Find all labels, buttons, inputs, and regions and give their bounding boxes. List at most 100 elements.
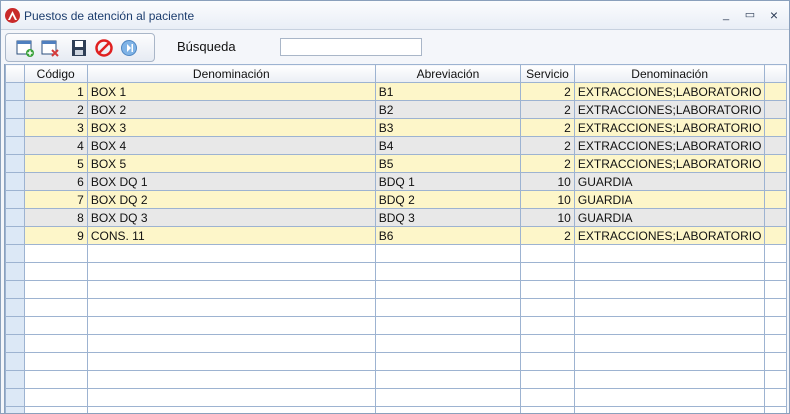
abreviacion-cell[interactable]: B6 xyxy=(374,226,522,245)
abreviacion-cell[interactable]: B1 xyxy=(374,82,522,101)
empty-cell xyxy=(374,316,522,335)
save-button[interactable] xyxy=(69,38,89,58)
servicio-denominacion-cell[interactable]: EXTRACCIONES;LABORATORIO xyxy=(573,136,766,155)
search-input[interactable] xyxy=(280,38,422,56)
denominacion-cell[interactable]: BOX 1 xyxy=(86,82,376,101)
cancel-button[interactable] xyxy=(94,38,114,58)
row-selector[interactable] xyxy=(5,172,25,191)
filler-cell xyxy=(764,190,787,209)
filler-cell xyxy=(764,100,787,119)
empty-cell xyxy=(86,406,376,413)
empty-cell xyxy=(764,388,787,407)
row-selector xyxy=(5,370,25,389)
codigo-cell[interactable]: 2 xyxy=(23,100,88,119)
empty-cell xyxy=(764,298,787,317)
codigo-cell[interactable]: 1 xyxy=(23,82,88,101)
abreviacion-cell[interactable]: B2 xyxy=(374,100,522,119)
empty-cell xyxy=(23,370,88,389)
codigo-cell[interactable]: 5 xyxy=(23,154,88,173)
column-header-servicio[interactable]: Servicio xyxy=(520,64,575,83)
close-button[interactable]: × xyxy=(765,7,783,23)
minimize-button[interactable]: _ xyxy=(717,7,735,23)
denominacion-cell[interactable]: BOX DQ 2 xyxy=(86,190,376,209)
table-row[interactable]: 2 BOX 2 B2 2 EXTRACCIONES;LABORATORIO xyxy=(5,100,787,119)
row-selector[interactable] xyxy=(5,82,25,101)
column-header-servicio-denominacion[interactable]: Denominación xyxy=(573,64,766,83)
denominacion-cell[interactable]: BOX 4 xyxy=(86,136,376,155)
servicio-denominacion-cell[interactable]: GUARDIA xyxy=(573,172,766,191)
abreviacion-cell[interactable]: BDQ 1 xyxy=(374,172,522,191)
servicio-cell[interactable]: 2 xyxy=(520,136,575,155)
codigo-cell[interactable]: 3 xyxy=(23,118,88,137)
empty-cell xyxy=(23,316,88,335)
denominacion-cell[interactable]: BOX DQ 1 xyxy=(86,172,376,191)
denominacion-cell[interactable]: BOX DQ 3 xyxy=(86,208,376,227)
abreviacion-cell[interactable]: BDQ 3 xyxy=(374,208,522,227)
abreviacion-cell[interactable]: B4 xyxy=(374,136,522,155)
empty-cell xyxy=(86,388,376,407)
empty-cell xyxy=(764,316,787,335)
denominacion-cell[interactable]: BOX 5 xyxy=(86,154,376,173)
records-grid: Código Denominación Abreviación Servicio… xyxy=(4,64,787,413)
servicio-cell[interactable]: 2 xyxy=(520,100,575,119)
servicio-cell[interactable]: 2 xyxy=(520,154,575,173)
column-header-denominacion[interactable]: Denominación xyxy=(86,64,376,83)
column-header-codigo[interactable]: Código xyxy=(23,64,88,83)
servicio-cell[interactable]: 10 xyxy=(520,208,575,227)
empty-cell xyxy=(573,370,766,389)
empty-cell xyxy=(573,262,766,281)
row-selector[interactable] xyxy=(5,208,25,227)
row-selector xyxy=(5,244,25,263)
servicio-denominacion-cell[interactable]: EXTRACCIONES;LABORATORIO xyxy=(573,82,766,101)
row-selector[interactable] xyxy=(5,190,25,209)
servicio-denominacion-cell[interactable]: EXTRACCIONES;LABORATORIO xyxy=(573,226,766,245)
codigo-cell[interactable]: 9 xyxy=(23,226,88,245)
empty-cell xyxy=(573,244,766,263)
denominacion-cell[interactable]: BOX 2 xyxy=(86,100,376,119)
servicio-denominacion-cell[interactable]: EXTRACCIONES;LABORATORIO xyxy=(573,118,766,137)
codigo-cell[interactable]: 8 xyxy=(23,208,88,227)
empty-cell xyxy=(374,280,522,299)
empty-cell xyxy=(573,334,766,353)
table-row[interactable]: 9 CONS. 11 B6 2 EXTRACCIONES;LABORATORIO xyxy=(5,226,787,245)
title-bar: Puestos de atención al paciente _ ▭ × xyxy=(1,1,789,30)
table-row[interactable]: 8 BOX DQ 3 BDQ 3 10 GUARDIA xyxy=(5,208,787,227)
app-window: Puestos de atención al paciente _ ▭ × Bú… xyxy=(0,0,790,414)
row-selector[interactable] xyxy=(5,136,25,155)
codigo-cell[interactable]: 4 xyxy=(23,136,88,155)
empty-cell xyxy=(86,244,376,263)
table-row[interactable]: 6 BOX DQ 1 BDQ 1 10 GUARDIA xyxy=(5,172,787,191)
next-button[interactable] xyxy=(119,38,139,58)
maximize-button[interactable]: ▭ xyxy=(741,7,759,23)
abreviacion-cell[interactable]: B3 xyxy=(374,118,522,137)
column-header-abreviacion[interactable]: Abreviación xyxy=(374,64,522,83)
codigo-cell[interactable]: 6 xyxy=(23,172,88,191)
row-selector[interactable] xyxy=(5,226,25,245)
servicio-denominacion-cell[interactable]: EXTRACCIONES;LABORATORIO xyxy=(573,154,766,173)
servicio-cell[interactable]: 2 xyxy=(520,226,575,245)
servicio-cell[interactable]: 10 xyxy=(520,190,575,209)
table-row[interactable]: 3 BOX 3 B3 2 EXTRACCIONES;LABORATORIO xyxy=(5,118,787,137)
servicio-denominacion-cell[interactable]: EXTRACCIONES;LABORATORIO xyxy=(573,100,766,119)
table-row[interactable]: 7 BOX DQ 2 BDQ 2 10 GUARDIA xyxy=(5,190,787,209)
row-selector[interactable] xyxy=(5,100,25,119)
denominacion-cell[interactable]: CONS. 11 xyxy=(86,226,376,245)
new-record-button[interactable] xyxy=(15,38,35,58)
servicio-cell[interactable]: 10 xyxy=(520,172,575,191)
row-selector[interactable] xyxy=(5,118,25,137)
row-selector[interactable] xyxy=(5,154,25,173)
table-row[interactable]: 4 BOX 4 B4 2 EXTRACCIONES;LABORATORIO xyxy=(5,136,787,155)
servicio-denominacion-cell[interactable]: GUARDIA xyxy=(573,208,766,227)
delete-record-button[interactable] xyxy=(40,38,60,58)
servicio-cell[interactable]: 2 xyxy=(520,82,575,101)
abreviacion-cell[interactable]: BDQ 2 xyxy=(374,190,522,209)
codigo-cell[interactable]: 7 xyxy=(23,190,88,209)
servicio-denominacion-cell[interactable]: GUARDIA xyxy=(573,190,766,209)
row-selector xyxy=(5,406,25,413)
table-row[interactable]: 1 BOX 1 B1 2 EXTRACCIONES;LABORATORIO xyxy=(5,82,787,101)
table-row[interactable]: 5 BOX 5 B5 2 EXTRACCIONES;LABORATORIO xyxy=(5,154,787,173)
empty-cell xyxy=(573,388,766,407)
denominacion-cell[interactable]: BOX 3 xyxy=(86,118,376,137)
servicio-cell[interactable]: 2 xyxy=(520,118,575,137)
abreviacion-cell[interactable]: B5 xyxy=(374,154,522,173)
